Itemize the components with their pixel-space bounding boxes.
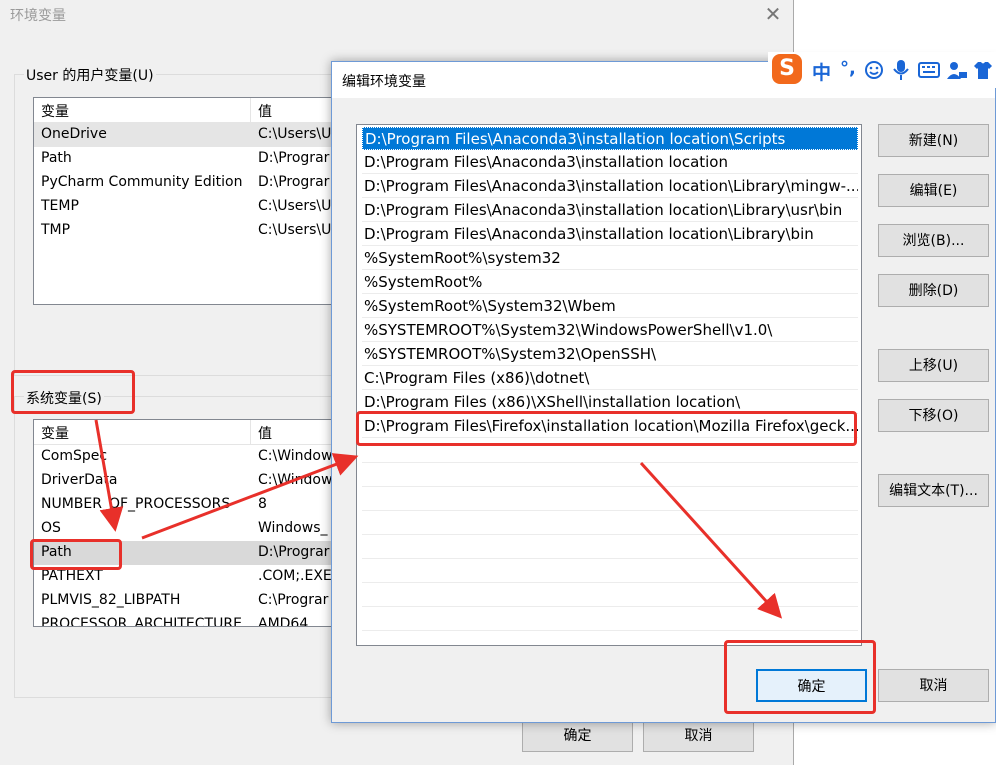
arrow-to-path-row [94, 419, 124, 532]
annotation-arrows [94, 419, 783, 619]
arrow-to-edit-dialog [141, 453, 359, 540]
arrow-to-ok-button [639, 461, 783, 619]
